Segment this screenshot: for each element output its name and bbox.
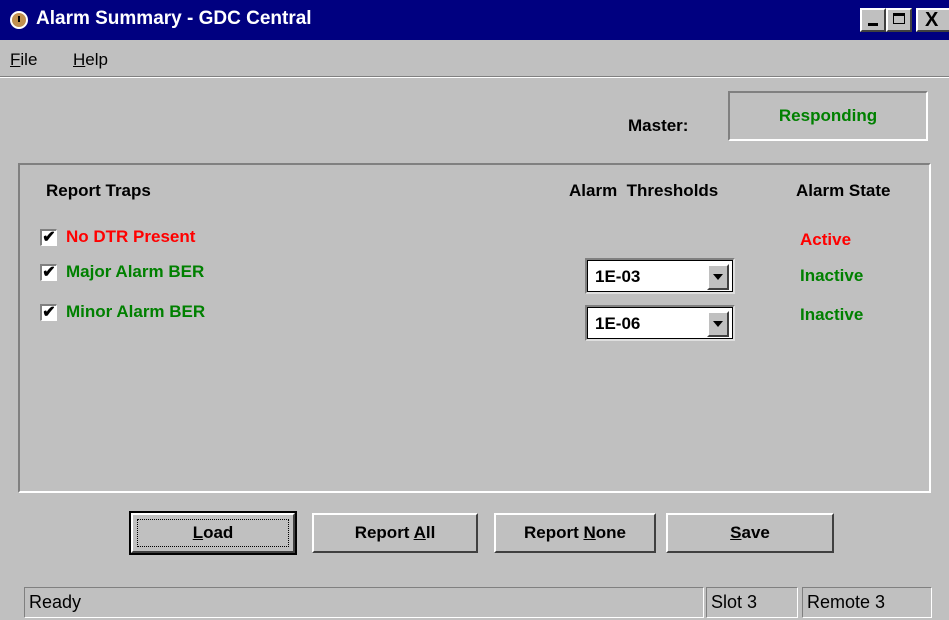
alarm-thresholds-header: Alarm Thresholds (569, 181, 719, 200)
menu-help[interactable]: Help (73, 50, 108, 70)
major-threshold-select[interactable]: 1E-03 (585, 258, 735, 294)
load-button[interactable]: Load (129, 511, 297, 555)
menu-bar: File Help (0, 44, 949, 74)
alarm-group-panel: Report Traps Alarm Thresholds Alarm Stat… (18, 163, 931, 493)
report-none-accelerator: N (583, 523, 596, 542)
minor-ber-label[interactable]: Minor Alarm BER (66, 302, 205, 322)
report-none-prefix: Report (523, 523, 584, 542)
no-dtr-label[interactable]: No DTR Present (66, 227, 195, 247)
alarm-summary-window: Alarm Summary - GDC Central X File Help … (0, 0, 949, 620)
minor-ber-checkbox[interactable]: ✔ (40, 304, 57, 321)
status-slot: Slot 3 (706, 587, 798, 618)
alarm-clock-icon[interactable] (10, 11, 28, 29)
minor-threshold-select[interactable]: 1E-06 (585, 305, 735, 341)
major-ber-checkbox[interactable]: ✔ (40, 264, 57, 281)
major-ber-state: Inactive (800, 266, 864, 285)
chevron-down-icon[interactable] (707, 311, 729, 337)
save-button-accelerator: S (730, 523, 742, 542)
master-label: Master: (628, 116, 689, 135)
no-dtr-checkbox[interactable]: ✔ (40, 229, 57, 246)
major-threshold-value: 1E-03 (595, 267, 641, 286)
chevron-down-icon[interactable] (707, 264, 729, 290)
report-all-button[interactable]: Report All (312, 513, 478, 553)
save-button[interactable]: Save (666, 513, 834, 553)
menu-file-label: ile (20, 50, 38, 69)
report-all-prefix: Report (354, 523, 414, 542)
alarm-state-header: Alarm State (796, 181, 891, 200)
report-all-label: ll (425, 523, 436, 542)
window-title: Alarm Summary - GDC Central (36, 8, 312, 29)
menu-help-label: elp (85, 50, 108, 69)
master-status-field: Responding (728, 91, 928, 141)
title-bar[interactable]: Alarm Summary - GDC Central X (0, 0, 949, 40)
minor-threshold-value: 1E-06 (595, 314, 641, 333)
status-bar: Ready Slot 3 Remote 3 (0, 585, 949, 620)
major-ber-label[interactable]: Major Alarm BER (66, 262, 204, 282)
report-none-label: one (595, 523, 626, 542)
no-dtr-state: Active (800, 230, 852, 249)
close-icon: X (925, 9, 939, 31)
report-traps-header: Report Traps (46, 181, 151, 200)
menu-file[interactable]: File (10, 50, 37, 70)
menu-help-accelerator: H (73, 50, 86, 69)
minimize-button[interactable] (860, 8, 886, 32)
report-all-accelerator: A (413, 523, 426, 542)
menu-separator (0, 76, 949, 78)
save-button-label: ave (741, 523, 770, 542)
focus-rectangle (137, 519, 289, 547)
minor-ber-state: Inactive (800, 305, 864, 324)
report-none-button[interactable]: Report None (494, 513, 656, 553)
menu-file-accelerator: F (10, 50, 21, 69)
status-message: Ready (24, 587, 704, 618)
maximize-button[interactable] (886, 8, 912, 32)
status-remote: Remote 3 (802, 587, 932, 618)
close-button[interactable]: X (916, 8, 949, 32)
